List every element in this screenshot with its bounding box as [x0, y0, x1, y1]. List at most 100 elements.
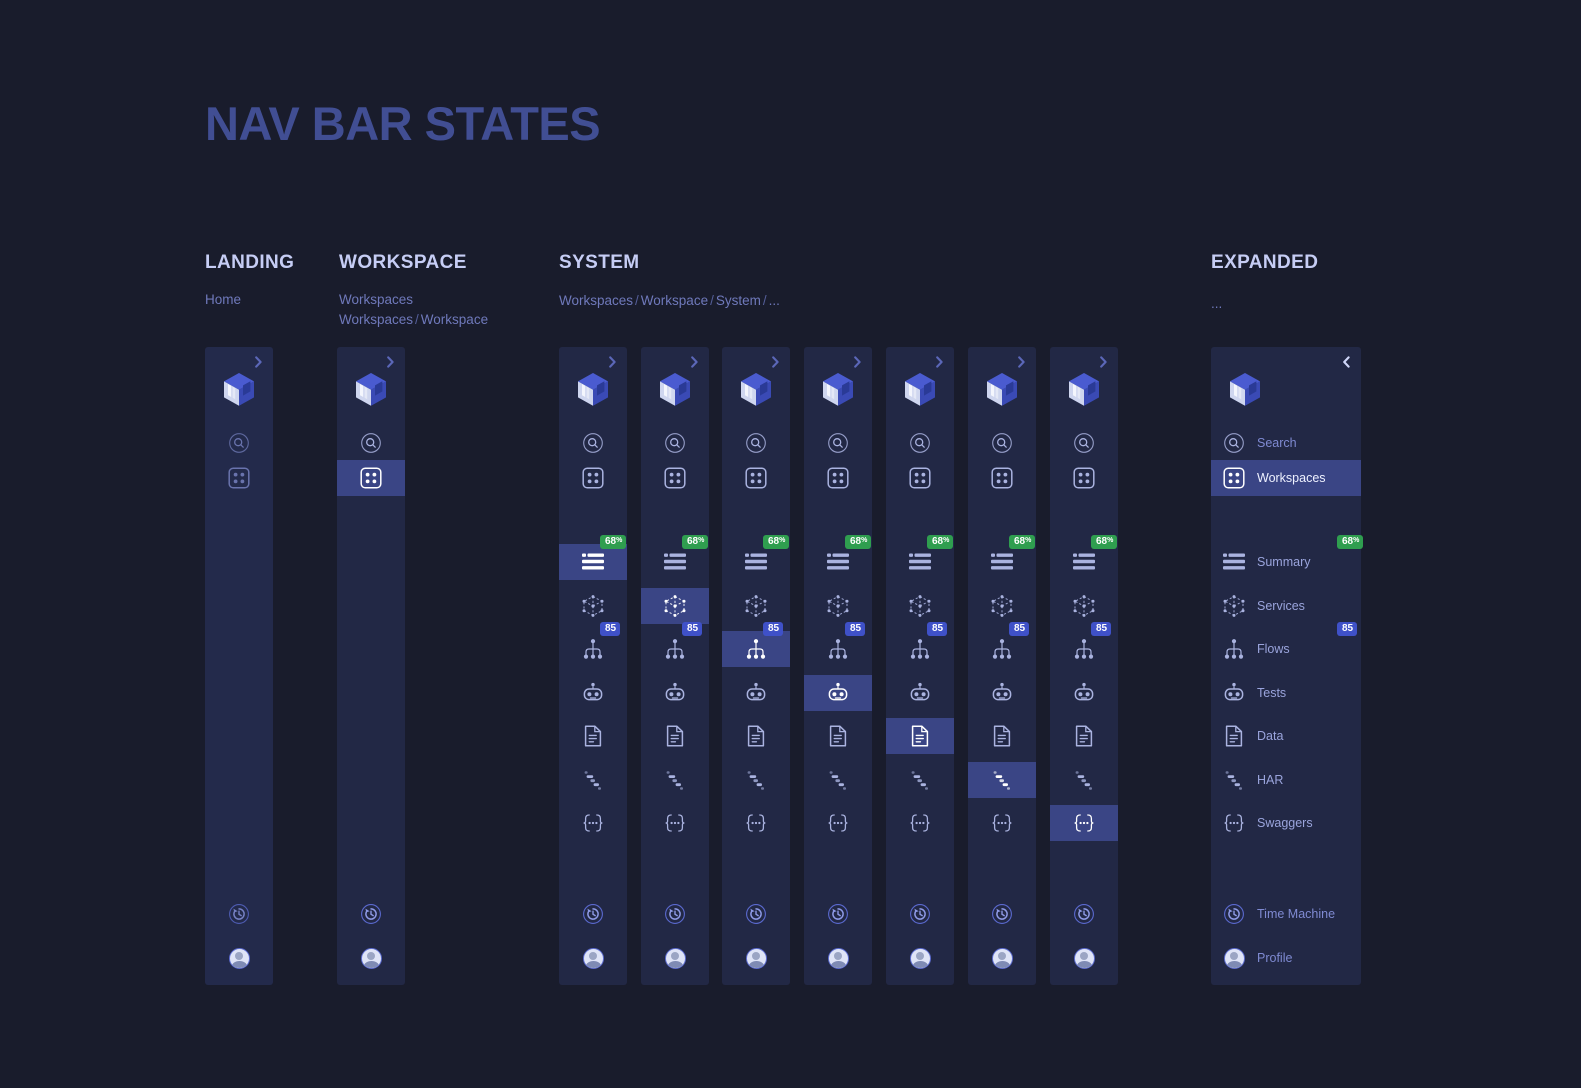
nav-item-data[interactable]: [559, 718, 627, 754]
nav-item-flows[interactable]: [886, 631, 954, 667]
nav-item-time-machine[interactable]: [722, 896, 790, 932]
nav-item-workspaces[interactable]: [968, 460, 1036, 496]
nav-item-search[interactable]: [722, 425, 790, 461]
nav-item-har[interactable]: [804, 762, 872, 798]
nav-item-services[interactable]: [1050, 588, 1118, 624]
nav-item-swaggers[interactable]: [722, 805, 790, 841]
nav-item-time-machine[interactable]: [205, 896, 273, 932]
nav-item-summary[interactable]: [886, 544, 954, 580]
nav-item-services[interactable]: Services: [1211, 588, 1361, 624]
nav-item-data[interactable]: [722, 718, 790, 754]
nav-item-flows[interactable]: [968, 631, 1036, 667]
nav-item-search[interactable]: [641, 425, 709, 461]
nav-item-har[interactable]: HAR: [1211, 762, 1361, 798]
nav-item-services[interactable]: [804, 588, 872, 624]
nav-item-data[interactable]: [886, 718, 954, 754]
expand-toggle-button[interactable]: [383, 355, 397, 369]
breadcrumb-workspace-0[interactable]: Workspaces: [339, 290, 413, 310]
nav-item-profile[interactable]: [337, 940, 405, 976]
nav-item-flows[interactable]: [559, 631, 627, 667]
expand-toggle-button[interactable]: [1014, 355, 1028, 369]
nav-item-flows[interactable]: [722, 631, 790, 667]
nav-item-profile[interactable]: [886, 940, 954, 976]
expand-toggle-button[interactable]: [1096, 355, 1110, 369]
nav-item-har[interactable]: [722, 762, 790, 798]
nav-item-tests[interactable]: [1050, 675, 1118, 711]
nav-item-summary[interactable]: [968, 544, 1036, 580]
nav-item-workspaces[interactable]: Workspaces: [1211, 460, 1361, 496]
nav-item-summary[interactable]: [722, 544, 790, 580]
nav-item-swaggers[interactable]: [886, 805, 954, 841]
nav-item-workspaces[interactable]: [205, 460, 273, 496]
nav-item-swaggers[interactable]: [1050, 805, 1118, 841]
nav-item-workspaces[interactable]: [1050, 460, 1118, 496]
nav-item-search[interactable]: [205, 425, 273, 461]
nav-item-search[interactable]: [1050, 425, 1118, 461]
app-logo[interactable]: [722, 369, 790, 409]
nav-item-profile[interactable]: [804, 940, 872, 976]
nav-item-time-machine[interactable]: [559, 896, 627, 932]
breadcrumb-system-0[interactable]: Workspaces/Workspace/System/...: [559, 291, 780, 311]
expand-toggle-button[interactable]: [768, 355, 782, 369]
nav-item-tests[interactable]: Tests: [1211, 675, 1361, 711]
nav-item-flows[interactable]: [641, 631, 709, 667]
nav-item-time-machine[interactable]: Time Machine: [1211, 896, 1361, 932]
nav-item-flows[interactable]: [804, 631, 872, 667]
nav-item-time-machine[interactable]: [337, 896, 405, 932]
nav-item-data[interactable]: [804, 718, 872, 754]
nav-item-workspaces[interactable]: [804, 460, 872, 496]
nav-item-summary[interactable]: [1050, 544, 1118, 580]
breadcrumb-expanded-0[interactable]: ...: [1211, 294, 1222, 314]
nav-item-flows[interactable]: Flows: [1211, 631, 1361, 667]
app-logo[interactable]: [559, 369, 627, 409]
nav-item-time-machine[interactable]: [968, 896, 1036, 932]
nav-item-search[interactable]: [968, 425, 1036, 461]
nav-item-summary[interactable]: [559, 544, 627, 580]
nav-item-har[interactable]: [559, 762, 627, 798]
nav-item-profile[interactable]: [641, 940, 709, 976]
nav-item-swaggers[interactable]: Swaggers: [1211, 805, 1361, 841]
nav-item-har[interactable]: [886, 762, 954, 798]
nav-item-workspaces[interactable]: [722, 460, 790, 496]
nav-item-tests[interactable]: [968, 675, 1036, 711]
nav-item-time-machine[interactable]: [804, 896, 872, 932]
breadcrumb-landing-0[interactable]: Home: [205, 290, 241, 310]
nav-item-services[interactable]: [886, 588, 954, 624]
nav-item-tests[interactable]: [559, 675, 627, 711]
nav-item-tests[interactable]: [722, 675, 790, 711]
nav-item-services[interactable]: [722, 588, 790, 624]
expand-toggle-button[interactable]: [605, 355, 619, 369]
nav-item-flows[interactable]: [1050, 631, 1118, 667]
nav-item-search[interactable]: [559, 425, 627, 461]
nav-item-tests[interactable]: [886, 675, 954, 711]
nav-item-profile[interactable]: Profile: [1211, 940, 1361, 976]
nav-item-profile[interactable]: [968, 940, 1036, 976]
nav-item-data[interactable]: [968, 718, 1036, 754]
nav-item-time-machine[interactable]: [1050, 896, 1118, 932]
nav-item-har[interactable]: [641, 762, 709, 798]
nav-item-swaggers[interactable]: [559, 805, 627, 841]
expand-toggle-button[interactable]: [251, 355, 265, 369]
nav-item-swaggers[interactable]: [641, 805, 709, 841]
expand-toggle-button[interactable]: [932, 355, 946, 369]
app-logo[interactable]: [1050, 369, 1118, 409]
nav-item-swaggers[interactable]: [804, 805, 872, 841]
app-logo[interactable]: [337, 369, 405, 409]
nav-item-profile[interactable]: [1050, 940, 1118, 976]
app-logo[interactable]: [968, 369, 1036, 409]
app-logo[interactable]: [804, 369, 872, 409]
nav-item-workspaces[interactable]: [337, 460, 405, 496]
nav-item-summary[interactable]: [804, 544, 872, 580]
app-logo[interactable]: [641, 369, 709, 409]
nav-item-search[interactable]: [804, 425, 872, 461]
nav-item-search[interactable]: [337, 425, 405, 461]
nav-item-data[interactable]: Data: [1211, 718, 1361, 754]
nav-item-services[interactable]: [559, 588, 627, 624]
nav-item-summary[interactable]: Summary: [1211, 544, 1361, 580]
nav-item-profile[interactable]: [722, 940, 790, 976]
nav-item-summary[interactable]: [641, 544, 709, 580]
app-logo[interactable]: [205, 369, 273, 409]
nav-item-services[interactable]: [968, 588, 1036, 624]
nav-item-search[interactable]: Search: [1211, 425, 1361, 461]
nav-item-har[interactable]: [968, 762, 1036, 798]
